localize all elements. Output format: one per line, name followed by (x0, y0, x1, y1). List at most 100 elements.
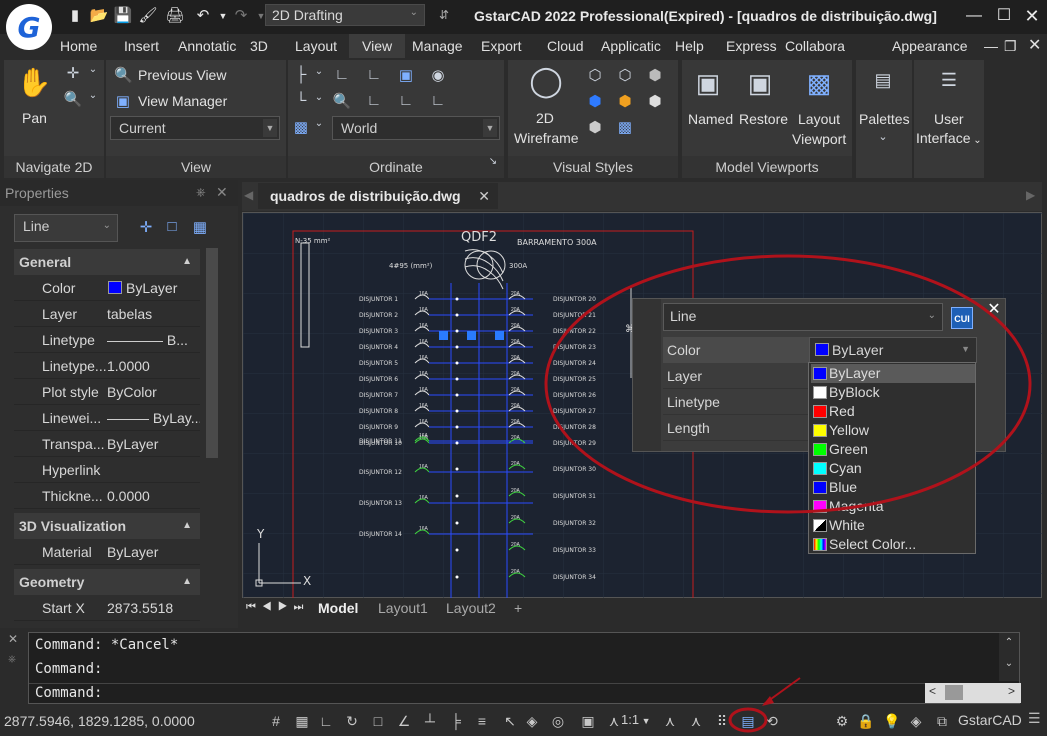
select-objects-icon[interactable]: □ (162, 218, 182, 235)
chevron-down-icon[interactable]: ⌄ (876, 130, 890, 143)
new-file-icon[interactable]: ▮ (64, 5, 86, 27)
ribbon-close-icon[interactable]: ✕ (1022, 34, 1044, 58)
document-tab[interactable]: quadros de distribuição.dwg ✕ (258, 183, 498, 209)
zoom-icon[interactable]: 🔍 (62, 90, 84, 110)
polar-icon[interactable]: ↻ (342, 712, 362, 730)
wire3d-style-icon[interactable]: ⬡ (614, 66, 636, 84)
restore-button[interactable]: Restore (739, 111, 788, 127)
gear-icon[interactable]: ⚙ (832, 712, 852, 730)
lock-icon[interactable]: 🔒 (856, 712, 876, 730)
layer-icon[interactable]: ◈ (522, 712, 542, 730)
add-layout-button[interactable]: + (514, 600, 522, 616)
color-option[interactable]: White (811, 516, 975, 535)
close-icon[interactable]: ✕ (1020, 6, 1044, 26)
layout-viewport-l1[interactable]: Layout (798, 111, 840, 127)
workspace-select[interactable]: 2D Drafting ⌄ (265, 4, 425, 26)
pin-icon[interactable]: ⎈ (8, 654, 16, 665)
ortho-icon[interactable]: ∟ (316, 712, 336, 730)
property-row[interactable]: Color ByLayer (14, 275, 200, 301)
undo-icon[interactable]: ↶ (192, 5, 214, 27)
ucs-named-icon[interactable]: ▩ (292, 118, 310, 136)
ucs-object-icon[interactable]: ◉ (428, 66, 448, 84)
user-interface-l2[interactable]: Interface ⌄ (916, 130, 982, 146)
close-icon[interactable]: ✕ (478, 183, 490, 209)
command-h-scrollbar[interactable]: < > (925, 683, 1021, 703)
ribbon-restore-icon[interactable]: ❐ (998, 34, 1020, 58)
ucs-z-icon[interactable]: ∟ (396, 92, 416, 109)
palettes-button[interactable]: Palettes (859, 111, 910, 127)
chevron-down-icon[interactable]: ⌄ (86, 90, 100, 101)
fullscreen-icon[interactable]: ⧉ (932, 712, 952, 730)
ucs-icon-settings-icon[interactable]: └ (292, 92, 310, 109)
select-cycle-icon[interactable]: ↖ (500, 712, 520, 730)
tab-home[interactable]: Home (54, 34, 106, 58)
light-bulb-icon[interactable]: 💡 (882, 712, 902, 730)
layout-viewport-icon[interactable]: ▩ (802, 68, 836, 98)
dialog-launcher-icon[interactable]: ↘ (486, 156, 500, 167)
tab-layout1[interactable]: Layout1 (378, 600, 428, 616)
ucs-world-icon[interactable]: ∟ (364, 66, 384, 83)
auto-scale-icon[interactable]: ⋏ (686, 712, 706, 730)
property-row[interactable]: Linetype... 1.0000 (14, 353, 200, 379)
tab-model[interactable]: Model (318, 600, 358, 616)
property-row[interactable]: Linetype ———— B... (14, 327, 200, 353)
quick-select-icon[interactable]: ▦ (190, 218, 210, 236)
property-row[interactable]: Transpa... ByLayer (14, 431, 200, 457)
toggle-pickadd-icon[interactable]: ✛ (136, 218, 156, 236)
maximize-icon[interactable]: ☐ (992, 6, 1016, 26)
property-row[interactable]: Layer tabelas (14, 301, 200, 327)
property-row[interactable]: Hyperlink (14, 457, 200, 483)
save-as-icon[interactable]: 🖌 (137, 5, 159, 27)
property-row[interactable]: Start X 2873.5518 (14, 595, 200, 621)
appearance-menu[interactable]: Appearance ▼ (886, 34, 970, 58)
wireframe-button-l2[interactable]: Wireframe (514, 130, 579, 146)
customize-status-icon[interactable]: ☰ (1028, 710, 1041, 727)
ucs-zoom-icon[interactable]: 🔍 (332, 92, 352, 110)
pan-icon[interactable]: ✋ (16, 66, 52, 106)
gray-style-icon[interactable]: ⬢ (644, 92, 666, 110)
tab-annotate[interactable]: Annotatic (172, 34, 242, 58)
ucs-icon[interactable]: ├ (292, 66, 310, 83)
color-option[interactable]: Select Color... (811, 535, 975, 554)
coordinate-readout[interactable]: 2877.5946, 1829.1285, 0.0000 (4, 713, 195, 729)
user-interface-icon[interactable]: ☰ (938, 70, 960, 91)
conceptual-style-icon[interactable]: ⬢ (614, 92, 636, 110)
print-icon[interactable]: 🖨 (164, 5, 186, 27)
chevron-down-icon[interactable]: ⌄ (312, 66, 326, 77)
chevron-down-icon[interactable]: ⌄ (86, 64, 100, 75)
sketchy-style-icon[interactable]: ⬢ (584, 118, 606, 136)
wireframe-icon[interactable]: ◯ (526, 64, 566, 104)
pin-icon[interactable]: ⎈ (196, 185, 206, 200)
named-button[interactable]: Named (688, 111, 733, 127)
property-row[interactable]: Plot style ByColor (14, 379, 200, 405)
hidden-style-icon[interactable]: ⬡ (584, 66, 606, 84)
annotation-visibility-icon[interactable]: ⋏ (660, 712, 680, 730)
grid-display-icon[interactable]: ▦ (292, 712, 312, 730)
chevron-down-icon[interactable]: ⌄ (312, 118, 326, 129)
wireframe-button-l1[interactable]: 2D (536, 110, 554, 126)
palettes-icon[interactable]: ▤ (872, 70, 894, 91)
layout-nav-icons[interactable]: ⏮◀▶⏭ (246, 601, 309, 614)
tab-collaborate[interactable]: Collabora (779, 34, 847, 58)
object-type-select[interactable]: Line ⌄ (14, 214, 118, 242)
annotation-scale[interactable]: 1:1 ▼ (621, 712, 651, 727)
tab-express[interactable]: Express (720, 34, 778, 58)
dyn-ucs-icon[interactable]: ┴ (420, 712, 440, 730)
ucs-x-icon[interactable]: ∟ (364, 92, 384, 109)
section-3d-visualization[interactable]: 3D Visualization ▲ (14, 513, 200, 539)
tab-export[interactable]: Export (475, 34, 533, 58)
view-manager-button[interactable]: View Manager (138, 93, 227, 109)
tab-manage[interactable]: Manage (406, 34, 468, 58)
property-row[interactable]: Material ByLayer (14, 539, 200, 565)
named-viewports-icon[interactable]: ▣ (692, 68, 724, 98)
section-general[interactable]: General ▲ (14, 249, 200, 275)
properties-scrollbar[interactable] (206, 248, 218, 458)
command-line-handle[interactable]: ✕ ⎈ (0, 628, 28, 704)
realistic-style-icon[interactable]: ⬢ (644, 66, 666, 84)
tab-view[interactable]: View (349, 34, 405, 58)
grid-icon[interactable]: # (266, 712, 286, 730)
style-manager-icon[interactable]: ▩ (614, 118, 636, 136)
tab-3d[interactable]: 3D (244, 34, 278, 58)
user-interface-l1[interactable]: User (934, 111, 964, 127)
ribbon-minimize-icon[interactable]: — (978, 34, 998, 58)
